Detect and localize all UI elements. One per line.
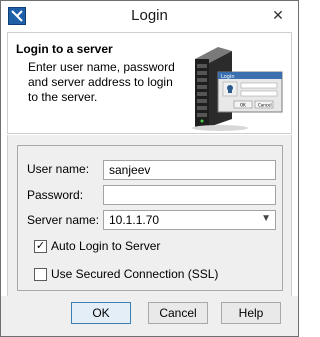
ssl-label[interactable]: Use Secured Connection (SSL): [51, 267, 218, 281]
help-button[interactable]: Help: [221, 302, 281, 324]
server-illustration: Login OK Cancel: [190, 41, 286, 131]
password-label: Password:: [27, 188, 84, 202]
login-window: Login ✕ Login to a server Enter user nam…: [0, 0, 299, 337]
chevron-down-icon[interactable]: ▼: [261, 213, 271, 224]
server-select[interactable]: 10.1.1.70 ▼: [103, 210, 276, 230]
button-bar: OK Cancel Help: [1, 296, 298, 336]
auto-login-checkbox[interactable]: ✓: [34, 240, 47, 253]
close-icon[interactable]: ✕: [268, 6, 288, 24]
auto-login-label[interactable]: Auto Login to Server: [51, 239, 160, 253]
server-label: Server name:: [27, 213, 100, 227]
login-form: User name: Password: Server name: 10.1.1…: [17, 145, 283, 291]
illustration-title: Login: [221, 74, 235, 80]
window-title: Login: [131, 7, 168, 24]
server-value: 10.1.1.70: [109, 213, 160, 227]
cancel-button[interactable]: Cancel: [148, 302, 208, 324]
illustration-cancel-label: Cancel: [258, 103, 272, 108]
header-description: Enter user name, password and server add…: [28, 60, 175, 104]
illustration-ok-label: OK: [240, 103, 246, 108]
content-area: User name: Password: Server name: 10.1.1…: [7, 135, 292, 296]
header-title: Login to a server: [16, 42, 113, 56]
checkmark-icon: ✓: [35, 240, 46, 252]
ssl-checkbox[interactable]: [34, 268, 47, 281]
password-input[interactable]: [103, 185, 276, 205]
title-bar[interactable]: Login ✕: [1, 1, 298, 31]
header-panel: Login to a server Enter user name, passw…: [7, 32, 292, 134]
username-input[interactable]: [103, 160, 276, 180]
username-label: User name:: [27, 162, 90, 176]
ok-button[interactable]: OK: [71, 302, 131, 324]
